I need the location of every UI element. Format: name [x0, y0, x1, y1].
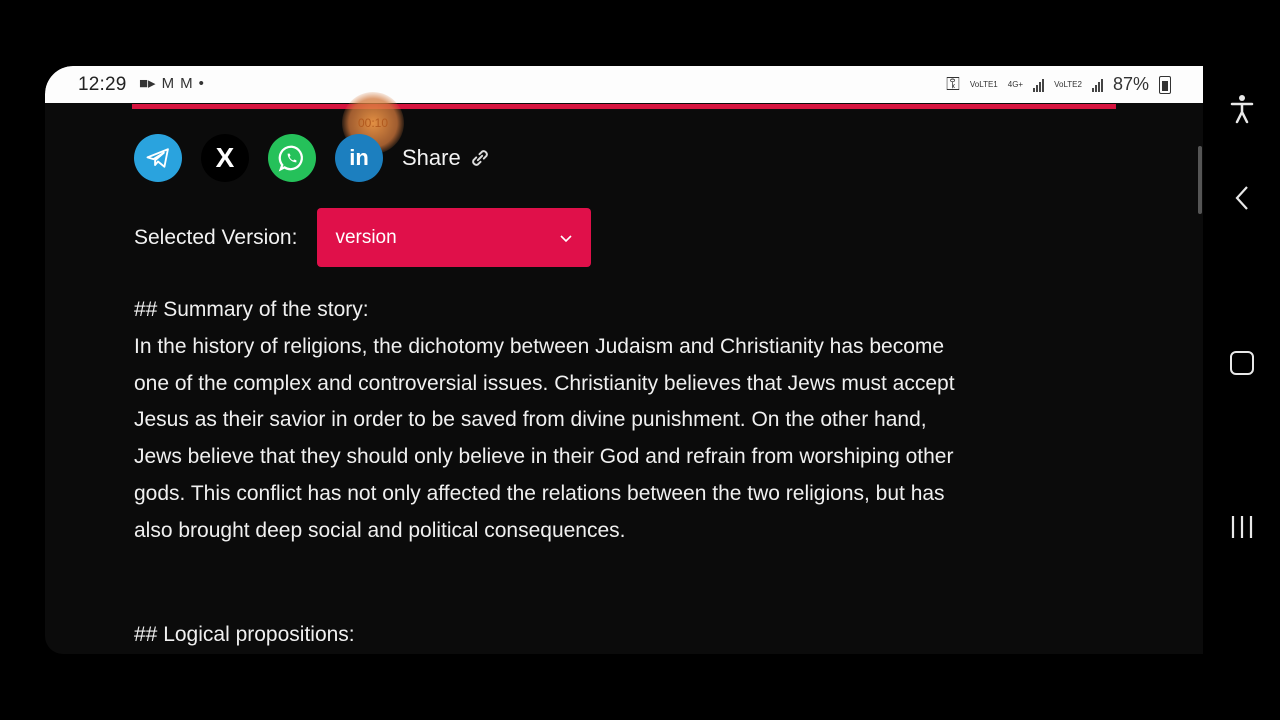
summary-section: ## Summary of the story: In the history …: [134, 292, 1124, 550]
version-row: Selected Version: version: [134, 208, 592, 267]
summary-line: Jesus as their savior in order to be sav…: [134, 408, 927, 432]
summary-line: one of the complex and controversial iss…: [134, 371, 955, 395]
accessibility-icon: [1230, 95, 1253, 124]
share-link-button[interactable]: Share: [402, 145, 493, 171]
chevron-down-icon: [560, 234, 573, 242]
version-select[interactable]: version: [317, 208, 592, 267]
video-camera-icon: ■▸: [139, 75, 156, 92]
gmail-icon: M: [180, 74, 193, 92]
version-label: Selected Version:: [134, 225, 298, 249]
linkedin-share-button[interactable]: in: [335, 134, 383, 182]
key-icon: ⚿: [946, 74, 960, 94]
telegram-share-button[interactable]: [134, 134, 182, 182]
navigation-bar: [1203, 66, 1280, 654]
summary-line: Jews believe that they should only belie…: [134, 445, 954, 469]
x-share-button[interactable]: X: [201, 134, 249, 182]
battery-icon: [1159, 75, 1171, 94]
network-label-3: VoLTE2: [1054, 79, 1082, 89]
back-button[interactable]: [1203, 184, 1280, 212]
status-bar: 12:29 ■▸ M M • ⚿ VoLTE1 4G+ VoLTE2 87%: [45, 66, 1203, 103]
home-square-icon: [1229, 351, 1254, 375]
logical-heading: ## Logical propositions:: [134, 623, 355, 646]
status-system-icons: ⚿ VoLTE1 4G+ VoLTE2 87%: [946, 74, 1171, 95]
share-row: X in Share: [134, 134, 493, 182]
x-icon: X: [215, 142, 235, 173]
accessibility-button[interactable]: [1203, 94, 1280, 124]
status-notification-icons: ■▸ M M •: [139, 74, 204, 93]
signal-icon: [1091, 78, 1103, 92]
recent-apps-button[interactable]: [1203, 514, 1280, 540]
recent-apps-icon: [1231, 516, 1252, 538]
whatsapp-share-button[interactable]: [268, 134, 316, 182]
battery-percent: 87%: [1112, 74, 1149, 94]
telegram-icon: [146, 148, 169, 168]
share-label: Share: [402, 145, 461, 170]
signal-icon: [1033, 78, 1045, 92]
progress-line: [132, 104, 1116, 109]
home-button[interactable]: [1203, 350, 1280, 376]
summary-heading: ## Summary of the story:: [134, 298, 369, 321]
phone-screen: 12:29 ■▸ M M • ⚿ VoLTE1 4G+ VoLTE2 87% 0…: [45, 66, 1203, 654]
summary-line: gods. This conflict has not only affecte…: [134, 481, 945, 505]
scrollbar[interactable]: [1198, 146, 1202, 214]
summary-line: In the history of religions, the dichoto…: [134, 334, 945, 358]
network-label-2: 4G+: [1007, 79, 1024, 89]
summary-line: also brought deep social and political c…: [134, 518, 626, 542]
network-label-1: VoLTE1: [969, 79, 998, 89]
status-time: 12:29: [78, 74, 127, 95]
gmail-icon: M: [161, 74, 175, 92]
chevron-left-icon: [1235, 186, 1248, 210]
version-value: version: [335, 226, 397, 248]
whatsapp-icon: [278, 145, 303, 172]
dot-icon: •: [198, 74, 204, 92]
linkedin-icon: in: [349, 145, 369, 170]
link-icon: [471, 150, 488, 166]
